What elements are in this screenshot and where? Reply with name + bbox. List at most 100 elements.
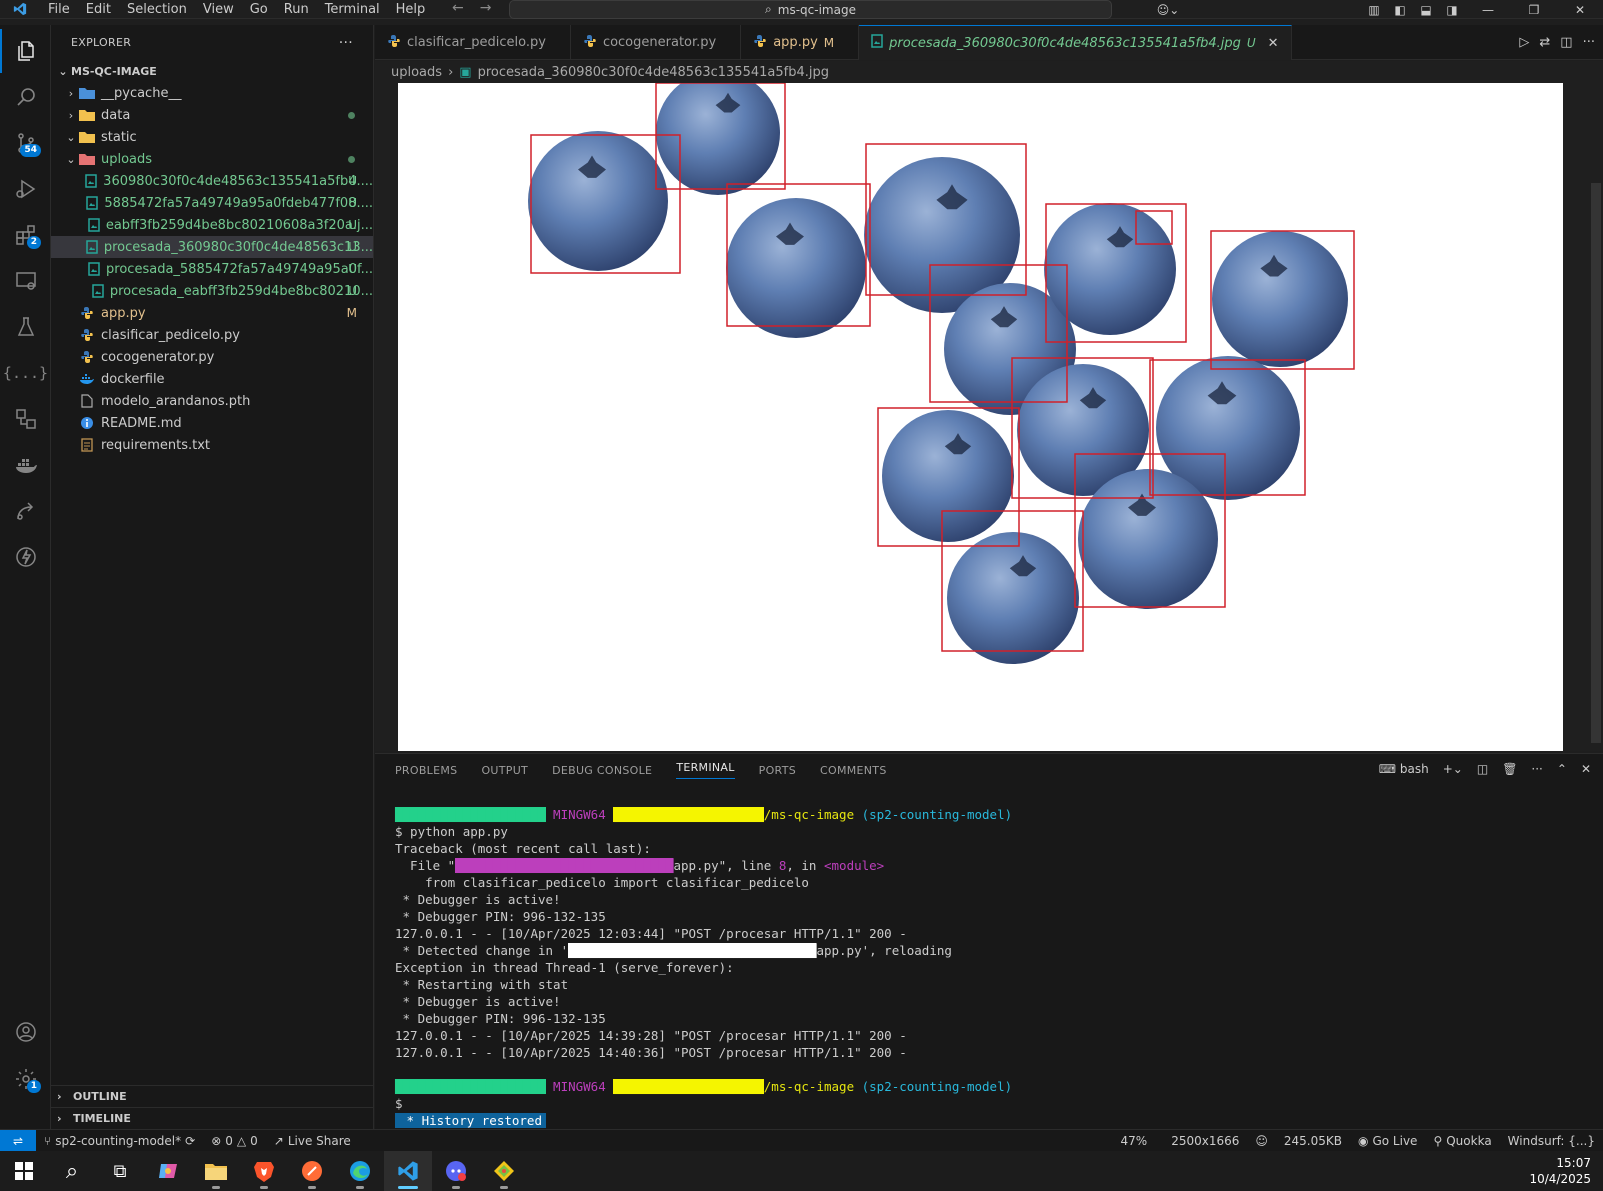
brave-browser-icon[interactable] bbox=[240, 1151, 288, 1191]
folder-item[interactable]: ⌄ static bbox=[51, 126, 373, 148]
breadcrumb-file[interactable]: procesada_360980c30f0c4de48563c135541a5f… bbox=[478, 65, 829, 80]
copilot-app-icon[interactable] bbox=[144, 1151, 192, 1191]
editor-tab[interactable]: app.py M bbox=[741, 25, 860, 60]
taskbar-clock[interactable]: 15:07 10/4/2025 bbox=[1529, 1155, 1591, 1187]
zoom-level[interactable]: 47% bbox=[1113, 1134, 1156, 1148]
folder-item[interactable]: › data bbox=[51, 104, 373, 126]
timeline-section[interactable]: › TIMELINE bbox=[51, 1107, 374, 1129]
menu-edit[interactable]: Edit bbox=[78, 2, 119, 17]
panel-tab-output[interactable]: OUTPUT bbox=[481, 764, 528, 777]
close-panel-icon[interactable]: ✕ bbox=[1581, 762, 1591, 776]
compare-icon[interactable]: ⇄ bbox=[1539, 35, 1550, 50]
file-explorer-icon[interactable] bbox=[192, 1151, 240, 1191]
command-center[interactable]: ⌕ ms-qc-image bbox=[509, 0, 1112, 19]
terminal-shell-selector[interactable]: ⌨ bash bbox=[1379, 762, 1429, 776]
file-item[interactable]: procesada_5885472fa57a49749a95a0f... U bbox=[51, 258, 373, 280]
file-item[interactable]: 360980c30f0c4de48563c135541a5fb4.... U bbox=[51, 170, 373, 192]
file-item[interactable]: README.md bbox=[51, 412, 373, 434]
explorer-root[interactable]: ⌄ MS-QC-IMAGE bbox=[51, 60, 373, 82]
windsurf-status[interactable]: Windsurf: {...} bbox=[1500, 1134, 1603, 1148]
toggle-panel-icon[interactable]: ⬓ bbox=[1413, 3, 1439, 17]
task-view-icon[interactable]: ⧉ bbox=[96, 1151, 144, 1191]
windows-start-icon[interactable] bbox=[0, 1151, 48, 1191]
minimize-button[interactable]: — bbox=[1465, 3, 1511, 17]
copilot-icon[interactable]: ☺⌄ bbox=[1155, 3, 1181, 17]
more-actions-icon[interactable]: ··· bbox=[339, 35, 353, 51]
maximize-panel-icon[interactable]: ⌃ bbox=[1557, 762, 1567, 776]
file-item[interactable]: dockerfile bbox=[51, 368, 373, 390]
menu-terminal[interactable]: Terminal bbox=[317, 2, 388, 17]
file-item[interactable]: clasificar_pedicelo.py bbox=[51, 324, 373, 346]
live-share-icon[interactable] bbox=[0, 489, 51, 533]
json-icon[interactable]: {...} bbox=[0, 351, 51, 395]
accounts-icon[interactable] bbox=[0, 1010, 51, 1054]
discord-icon[interactable] bbox=[432, 1151, 480, 1191]
file-item[interactable]: modelo_arandanos.pth bbox=[51, 390, 373, 412]
editor-scrollbar[interactable] bbox=[1591, 183, 1601, 743]
folder-item[interactable]: ⌄ uploads bbox=[51, 148, 373, 170]
customize-layout-icon[interactable]: ▥ bbox=[1361, 3, 1387, 17]
panel-tab-ports[interactable]: PORTS bbox=[759, 764, 796, 777]
source-control-icon[interactable]: 54 bbox=[0, 121, 51, 165]
file-item[interactable]: app.py M bbox=[51, 302, 373, 324]
git-app-icon[interactable] bbox=[480, 1151, 528, 1191]
restore-button[interactable]: ❐ bbox=[1511, 3, 1557, 17]
run-debug-icon[interactable] bbox=[0, 167, 51, 211]
split-editor-icon[interactable]: ◫ bbox=[1560, 35, 1572, 50]
split-terminal-icon[interactable]: ◫ bbox=[1477, 762, 1488, 776]
extensions-icon[interactable]: 2 bbox=[0, 213, 51, 257]
outline-section[interactable]: › OUTLINE bbox=[51, 1085, 374, 1107]
edge-browser-icon[interactable] bbox=[336, 1151, 384, 1191]
menu-file[interactable]: File bbox=[40, 2, 78, 17]
file-item[interactable]: procesada_eabff3fb259d4be8bc80210... U bbox=[51, 280, 373, 302]
editor-tab[interactable]: cocogenerator.py bbox=[571, 25, 742, 60]
breadcrumb-folder[interactable]: uploads bbox=[391, 65, 442, 80]
terminal-output[interactable]: ████████████████████ MINGW64 ███████████… bbox=[395, 806, 1012, 1129]
new-terminal-icon[interactable]: +⌄ bbox=[1443, 762, 1463, 776]
close-tab-icon[interactable]: ✕ bbox=[1268, 36, 1279, 51]
close-window-button[interactable]: ✕ bbox=[1557, 3, 1603, 17]
explorer-icon[interactable] bbox=[0, 29, 51, 73]
run-icon[interactable]: ▷ bbox=[1519, 35, 1529, 50]
vscode-taskbar-icon[interactable] bbox=[384, 1151, 432, 1191]
more-actions-icon[interactable]: ··· bbox=[1583, 35, 1595, 50]
menu-go[interactable]: Go bbox=[242, 2, 276, 17]
live-share-button[interactable]: ↗ Live Share bbox=[266, 1134, 359, 1148]
kill-terminal-icon[interactable]: 🗑 bbox=[1502, 762, 1517, 776]
file-item[interactable]: cocogenerator.py bbox=[51, 346, 373, 368]
panel-tab-problems[interactable]: PROBLEMS bbox=[395, 764, 457, 777]
more-actions-icon[interactable]: ··· bbox=[1531, 762, 1542, 776]
menu-selection[interactable]: Selection bbox=[119, 2, 195, 17]
editor-tab[interactable]: procesada_360980c30f0c4de48563c135541a5f… bbox=[859, 25, 1292, 60]
go-live-button[interactable]: ◉ Go Live bbox=[1350, 1134, 1425, 1148]
postman-icon[interactable] bbox=[288, 1151, 336, 1191]
remote-explorer-icon[interactable] bbox=[0, 259, 51, 303]
lightning-icon[interactable] bbox=[0, 535, 51, 579]
toggle-sidebar-icon[interactable]: ◧ bbox=[1387, 3, 1413, 17]
remote-indicator-icon[interactable]: ⇌ bbox=[0, 1129, 36, 1152]
structure-icon[interactable] bbox=[0, 397, 51, 441]
branch-indicator[interactable]: ⑂ sp2-counting-model* ⟳ bbox=[36, 1134, 203, 1148]
file-item[interactable]: 5885472fa57a49749a95a0fdeb477f08.... U bbox=[51, 192, 373, 214]
panel-tab-debug-console[interactable]: DEBUG CONSOLE bbox=[552, 764, 652, 777]
toggle-secondary-sidebar-icon[interactable]: ◨ bbox=[1439, 3, 1465, 17]
folder-item[interactable]: › __pycache__ bbox=[51, 82, 373, 104]
docker-icon[interactable] bbox=[0, 443, 51, 487]
problems-indicator[interactable]: ⊗ 0 △ 0 bbox=[203, 1134, 266, 1148]
menu-view[interactable]: View bbox=[195, 2, 242, 17]
panel-tab-terminal[interactable]: TERMINAL bbox=[676, 761, 735, 779]
quokka-button[interactable]: ⚲ Quokka bbox=[1425, 1134, 1499, 1148]
file-item[interactable]: requirements.txt bbox=[51, 434, 373, 456]
panel-tab-comments[interactable]: COMMENTS bbox=[820, 764, 887, 777]
menu-help[interactable]: Help bbox=[388, 2, 434, 17]
search-icon[interactable]: ⌕ bbox=[48, 1151, 96, 1191]
search-sidebar-icon[interactable] bbox=[0, 75, 51, 119]
forward-arrow-icon[interactable]: → bbox=[480, 0, 492, 16]
menu-run[interactable]: Run bbox=[276, 2, 317, 17]
file-item[interactable]: procesada_360980c30f0c4de48563c13... U bbox=[51, 236, 373, 258]
file-item[interactable]: eabff3fb259d4be8bc80210608a3f20a.j... U bbox=[51, 214, 373, 236]
editor-tab[interactable]: clasificar_pedicelo.py bbox=[375, 25, 571, 60]
back-arrow-icon[interactable]: ← bbox=[452, 0, 464, 16]
copilot-status-icon[interactable]: ☺ bbox=[1247, 1134, 1276, 1148]
testing-icon[interactable] bbox=[0, 305, 51, 349]
